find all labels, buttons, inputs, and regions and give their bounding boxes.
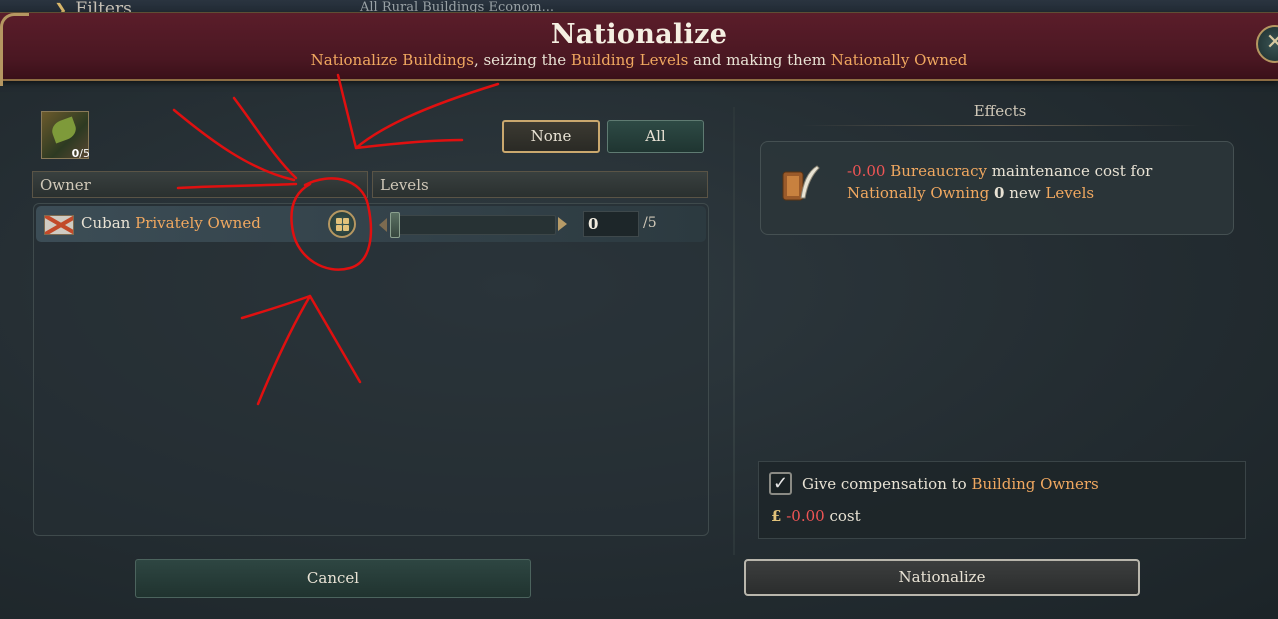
annotation-arrow-top [336, 73, 500, 150]
annotation-arrow-left [172, 96, 298, 190]
annotation-arrow-bottom [240, 294, 362, 406]
annotation-circle [290, 177, 373, 271]
red-annotation-overlay [172, 73, 500, 406]
